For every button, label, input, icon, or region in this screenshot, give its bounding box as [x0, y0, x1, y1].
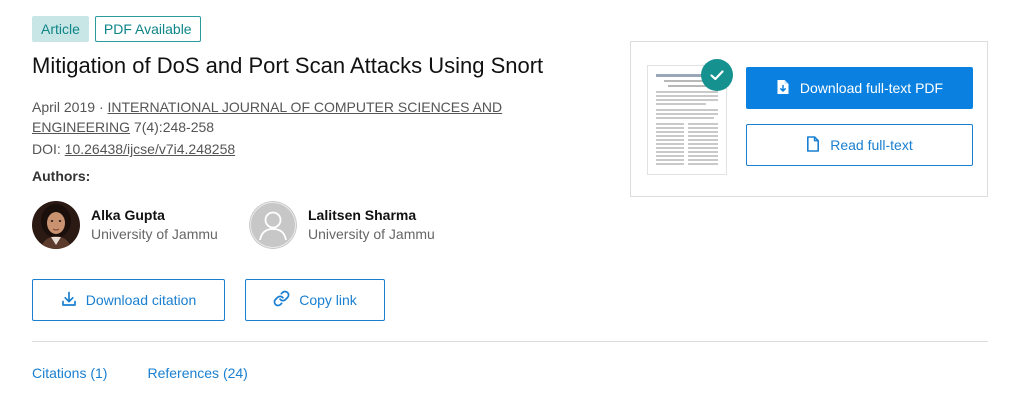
pdf-available-badge: PDF Available — [94, 16, 201, 42]
publication-date: April 2019 — [32, 99, 96, 115]
check-icon — [701, 59, 733, 91]
read-fulltext-button[interactable]: Read full-text — [746, 124, 973, 166]
publication-badges: Article PDF Available — [32, 16, 201, 42]
author-name[interactable]: Lalitsen Sharma — [308, 206, 435, 224]
doi-link[interactable]: 10.26438/ijcse/v7i4.248258 — [65, 141, 235, 157]
doi-row: DOI: 10.26438/ijcse/v7i4.248258 — [32, 139, 235, 159]
avatar[interactable] — [32, 201, 80, 249]
authors-heading: Authors: — [32, 168, 91, 184]
publication-meta: April 2019 · INTERNATIONAL JOURNAL OF CO… — [32, 97, 552, 137]
author-affiliation: University of Jammu — [91, 226, 218, 242]
person-placeholder-icon[interactable] — [249, 201, 297, 249]
publication-tabs: Citations (1) References (24) — [32, 364, 248, 382]
download-citation-button[interactable]: Download citation — [32, 279, 225, 321]
download-pdf-button[interactable]: Download full-text PDF — [746, 67, 973, 109]
download-pdf-label: Download full-text PDF — [799, 80, 944, 96]
fulltext-panel: Download full-text PDF Read full-text — [630, 41, 988, 197]
tab-references[interactable]: References (24) — [147, 364, 247, 382]
author-card[interactable]: Lalitsen Sharma University of Jammu — [249, 201, 435, 249]
copy-link-label: Copy link — [299, 292, 357, 308]
pdf-download-icon — [776, 79, 790, 98]
link-icon — [273, 290, 290, 310]
section-divider — [32, 341, 988, 342]
download-citation-label: Download citation — [85, 292, 197, 308]
volume-pages: 7(4):248-258 — [133, 119, 215, 135]
copy-link-button[interactable]: Copy link — [245, 279, 385, 321]
read-fulltext-label: Read full-text — [830, 137, 913, 153]
download-icon — [61, 291, 77, 310]
doi-label: DOI: — [32, 141, 61, 157]
article-type-badge: Article — [32, 16, 89, 42]
tab-citations[interactable]: Citations (1) — [32, 364, 107, 382]
meta-separator: · — [98, 99, 104, 115]
author-affiliation: University of Jammu — [308, 226, 435, 242]
document-icon — [806, 135, 820, 155]
author-card[interactable]: Alka Gupta University of Jammu — [32, 201, 218, 249]
author-name[interactable]: Alka Gupta — [91, 206, 218, 224]
publication-title: Mitigation of DoS and Port Scan Attacks … — [32, 53, 544, 78]
